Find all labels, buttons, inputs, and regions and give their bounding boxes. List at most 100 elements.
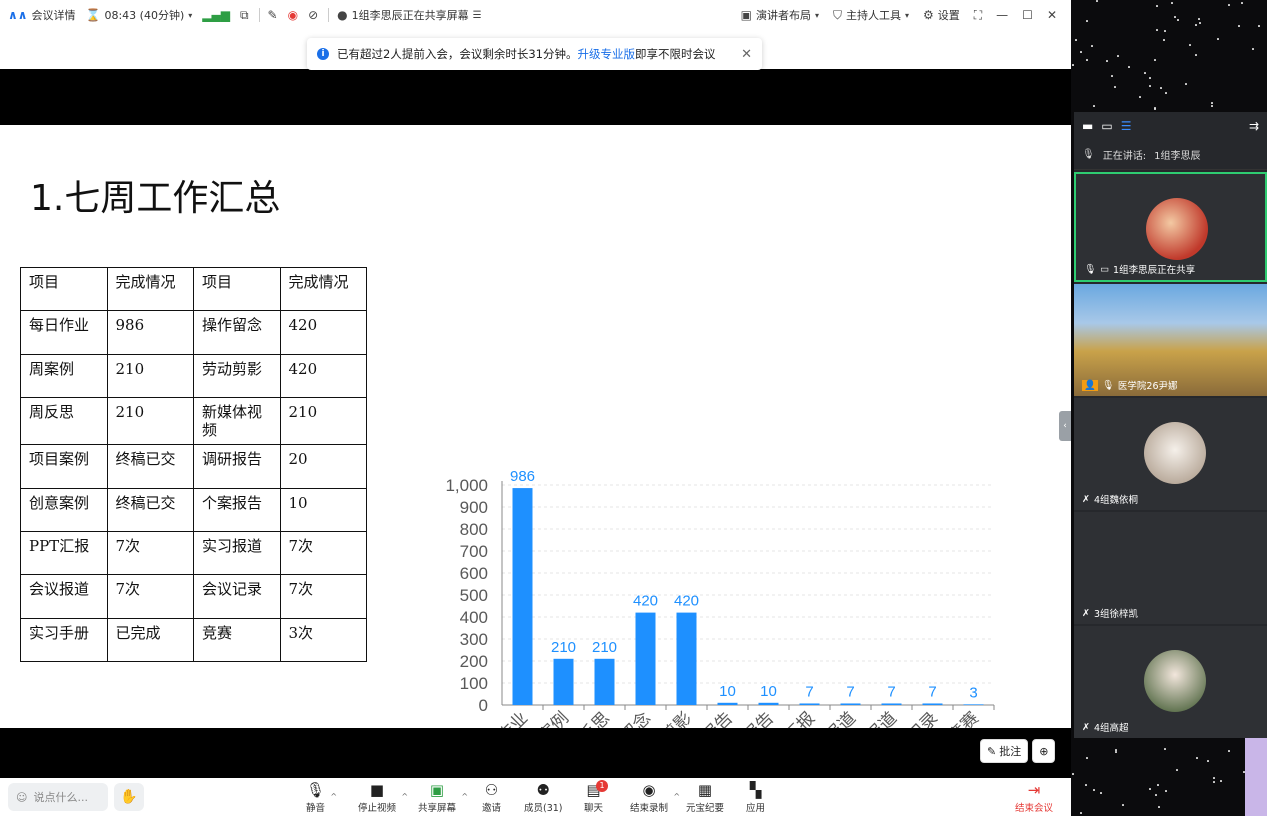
menu-icon[interactable]: ☰ [473,10,482,21]
desktop-window-edge [1245,738,1267,816]
meeting-details-button[interactable]: ∧∧ 会议详情 [8,7,76,23]
chevron-up-icon[interactable]: ^ [330,792,337,801]
star-dot [1115,751,1117,753]
hourglass-icon: ⌛ [85,8,101,22]
hide-icon[interactable]: ⊘ [308,8,318,22]
invite-button[interactable]: ⚇ 邀请 [482,780,501,814]
host-tools-button[interactable]: ⛉ 主持人工具 ▾ [833,7,909,23]
raise-hand-button[interactable]: ✋ [114,783,144,811]
microphone-icon: 🎙 [1082,149,1095,160]
muted-microphone-icon: ✗ [1082,493,1090,505]
table-row: 会议报道 7次 会议记录 7次 [20,574,367,619]
divider [258,8,260,22]
minimize-icon[interactable]: — [996,8,1008,22]
chevron-up-icon[interactable]: ^ [461,792,468,801]
microphone-icon: 🎙 [1101,379,1114,391]
members-button[interactable]: ⚉ 成员(31) [524,780,563,814]
maximize-icon[interactable]: ☐ [1022,8,1033,22]
participant-tile[interactable]: ✗ 4组高超 [1074,626,1267,738]
end-meeting-button[interactable]: ⇥ 结束会议 [1015,780,1053,814]
star-dot [1211,105,1213,107]
close-icon[interactable]: ✕ [741,47,752,62]
members-label: 成员(31) [524,803,563,814]
logo-icon: ∧∧ [8,8,28,22]
y-tick-label: 600 [460,564,488,583]
end-recording-button[interactable]: ◉ 结束录制 ^ [630,780,680,814]
chevron-down-icon: ▾ [814,10,819,20]
y-tick-label: 700 [460,542,488,561]
screen-share-icon: ▭ [1100,263,1110,275]
data-label: 210 [592,639,617,656]
annotate-button[interactable]: ✎ 批注 [980,739,1029,763]
timer[interactable]: ⌛ 08:43 (40分钟) ▾ [86,7,193,23]
table-row: 周反思 210 新媒体视频 210 [20,397,367,446]
share-screen-button[interactable]: ▣ 共享屏幕 ^ [418,780,468,814]
pen-icon: ✎ [987,744,997,758]
close-icon[interactable]: ✕ [1047,8,1057,22]
layout-icon: ▣ [740,8,752,22]
table-cell: 420 [279,310,367,355]
panel-header: ▬ ▭ ☰ ⇉ [1074,112,1267,140]
table-cell: 7次 [106,530,194,576]
table-cell: 210 [106,353,194,399]
mute-button[interactable]: 🎙 静音 ^ [306,780,337,814]
minimize-icon[interactable]: ▬ [1082,119,1093,133]
bar [799,703,820,705]
bar [963,704,984,705]
star-dot [1072,773,1074,775]
data-label: 7 [805,683,813,700]
window-icon[interactable]: ▭ [1101,119,1112,133]
chat-input[interactable]: ☺ 说点什么... [8,783,108,811]
participant-name: 3组徐梓凯 [1093,609,1139,620]
star-dot [1213,777,1215,779]
apps-icon: ▚ [749,781,762,799]
list-view-icon[interactable]: ☰ [1121,119,1132,133]
timer-label: 08:43 (40分钟) [104,9,185,22]
panel-menu-icon[interactable]: ⇉ [1249,119,1259,133]
participant-tile[interactable]: 🎙 ▭ 1组李思辰正在共享 [1074,172,1267,282]
record-icon[interactable]: ◉ [288,8,298,22]
chevron-up-icon[interactable]: ^ [401,792,408,801]
table-cell: 420 [279,353,367,399]
participant-tile[interactable]: 👤 🎙 医学院26尹娜 [1074,284,1267,396]
exit-icon: ⇥ [1027,781,1041,799]
popout-icon[interactable]: ⧉ [240,8,249,23]
star-dot [1106,60,1108,62]
table-row: 实习手册 已完成 竞赛 3次 [20,617,367,663]
collapse-panel-handle[interactable]: ‹ [1059,411,1071,441]
fullscreen-icon[interactable]: ⛶ [974,8,982,23]
star-dot [1096,0,1098,2]
stop-video-button[interactable]: ■ 停止视频 ^ [358,780,408,814]
upgrade-link[interactable]: 升级专业版 [577,46,635,62]
table-cell: 7次 [106,574,194,619]
chat-button[interactable]: ▤ 聊天 1 [584,780,609,814]
chevron-down-icon: ▾ [904,10,909,20]
notice-text: 已有超过2人提前入会，会议剩余时长31分钟。 [337,47,578,61]
host-tools-label: 主持人工具 [845,9,901,22]
apps-button[interactable]: ▚ 应用 [746,780,765,814]
table-header-cell: 项目 [193,266,281,312]
yuanbao-notes-button[interactable]: ▦ 元宝纪要 [686,780,724,814]
star-dot [1139,96,1141,98]
settings-button[interactable]: ⚙ 设置 [923,7,960,23]
star-dot [1100,792,1102,794]
participant-tile[interactable]: ✗ 3组徐梓凯 [1074,512,1267,624]
gear-icon: ⚙ [923,8,934,22]
chat-input-placeholder: 说点什么... [33,791,88,804]
meeting-details-label: 会议详情 [31,9,76,22]
sharing-status-label: 1组李思辰正在共享屏幕 [351,9,469,22]
participant-name: 医学院26尹娜 [1117,381,1178,392]
zoom-in-icon: ⊕ [1039,744,1049,758]
table-cell: 3次 [279,617,367,663]
chevron-up-icon[interactable]: ^ [673,792,680,801]
participant-tile[interactable]: ✗ 4组魏依桐 [1074,398,1267,510]
y-tick-label: 1,000 [445,476,488,495]
star-dot [1238,25,1240,27]
avatar [1144,650,1206,712]
star-dot [1213,781,1215,783]
zoom-button[interactable]: ⊕ [1032,739,1056,763]
bar-chart: 01002003004005006007008009001,000986每日作业… [445,468,995,771]
participant-name-row: 🎙 ▭ 1组李思辰正在共享 [1084,262,1195,277]
annotate-off-icon[interactable]: ✎ [268,8,278,22]
presenter-layout-button[interactable]: ▣ 演讲者布局 ▾ [741,7,819,23]
